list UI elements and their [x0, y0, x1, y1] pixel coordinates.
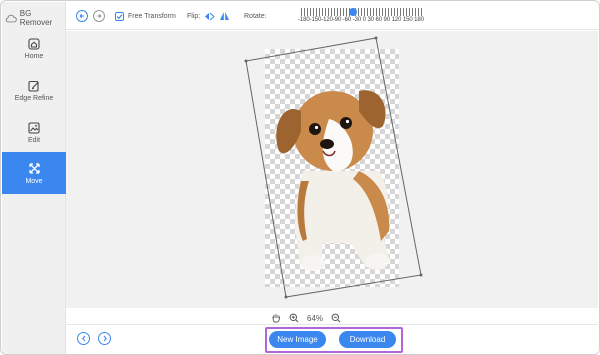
zoom-in-icon[interactable] [289, 313, 299, 323]
app-title: BG Remover [19, 9, 53, 27]
rotate-label: Rotate: [244, 12, 267, 20]
sidebar-item-label: Edge Refine [14, 95, 54, 102]
previous-button[interactable] [77, 332, 90, 345]
zoom-level: 64% [307, 313, 324, 323]
move-arrows-icon [28, 162, 40, 174]
cloud-logo-icon [5, 14, 17, 22]
transform-handle[interactable] [374, 36, 378, 40]
flip-label: Flip: [187, 12, 201, 20]
sidebar-item-edge-refine[interactable]: Edge Refine [2, 70, 66, 112]
puppy [276, 90, 390, 271]
free-transform-label: Free Transform [128, 12, 176, 20]
sidebar-item-label: Edit [27, 137, 41, 144]
hand-pan-icon[interactable] [271, 313, 281, 323]
edit-pencil-icon [28, 80, 39, 92]
app-window: BG Remover Home Edge Refine Edit Move Fr… [0, 0, 600, 355]
app-brand: BG Remover [5, 9, 65, 27]
home-icon [28, 38, 40, 50]
free-transform-checkbox[interactable] [115, 11, 124, 21]
transform-handle[interactable] [244, 59, 248, 63]
transform-handle[interactable] [284, 295, 288, 299]
chevron-right-icon [103, 335, 107, 342]
sidebar-item-move[interactable]: Move [2, 152, 66, 194]
checkmark-icon [116, 13, 123, 19]
sidebar: BG Remover Home Edge Refine Edit Move [2, 2, 66, 354]
zoom-controls: 64% [271, 311, 341, 325]
flip-vertical-icon[interactable] [219, 11, 230, 21]
next-button[interactable] [98, 332, 111, 345]
flip-horizontal-icon[interactable] [204, 12, 215, 21]
new-image-button[interactable]: New Image [269, 331, 326, 348]
subject-image [244, 36, 423, 299]
rotate-ruler-ticks [301, 8, 423, 16]
free-transform-toggle[interactable]: Free Transform [115, 2, 176, 30]
undo-icon [79, 13, 84, 19]
rotate-slider[interactable]: -180-150-120-90 -60 -30 0 30 60 90 120 1… [298, 8, 424, 28]
toolbar: Free Transform Flip: Rotate: -180-150-12… [66, 2, 598, 30]
sidebar-item-edit[interactable]: Edit [2, 112, 66, 154]
sidebar-item-label: Move [25, 177, 43, 185]
undo-button[interactable] [76, 2, 88, 30]
transform-handle[interactable] [419, 273, 423, 277]
sidebar-item-label: Home [24, 53, 44, 60]
flip-group: Flip: [187, 2, 230, 30]
redo-icon [97, 13, 102, 19]
image-edit-icon [28, 122, 40, 134]
sidebar-item-home[interactable]: Home [2, 28, 66, 70]
redo-button[interactable] [93, 2, 105, 30]
chevron-left-icon [81, 335, 85, 342]
rotate-slider-handle[interactable] [348, 8, 357, 16]
download-button[interactable]: Download [339, 331, 396, 348]
zoom-out-icon[interactable] [331, 313, 341, 323]
rotate-scale-labels: -180-150-120-90 -60 -30 0 30 60 90 120 1… [298, 17, 424, 23]
